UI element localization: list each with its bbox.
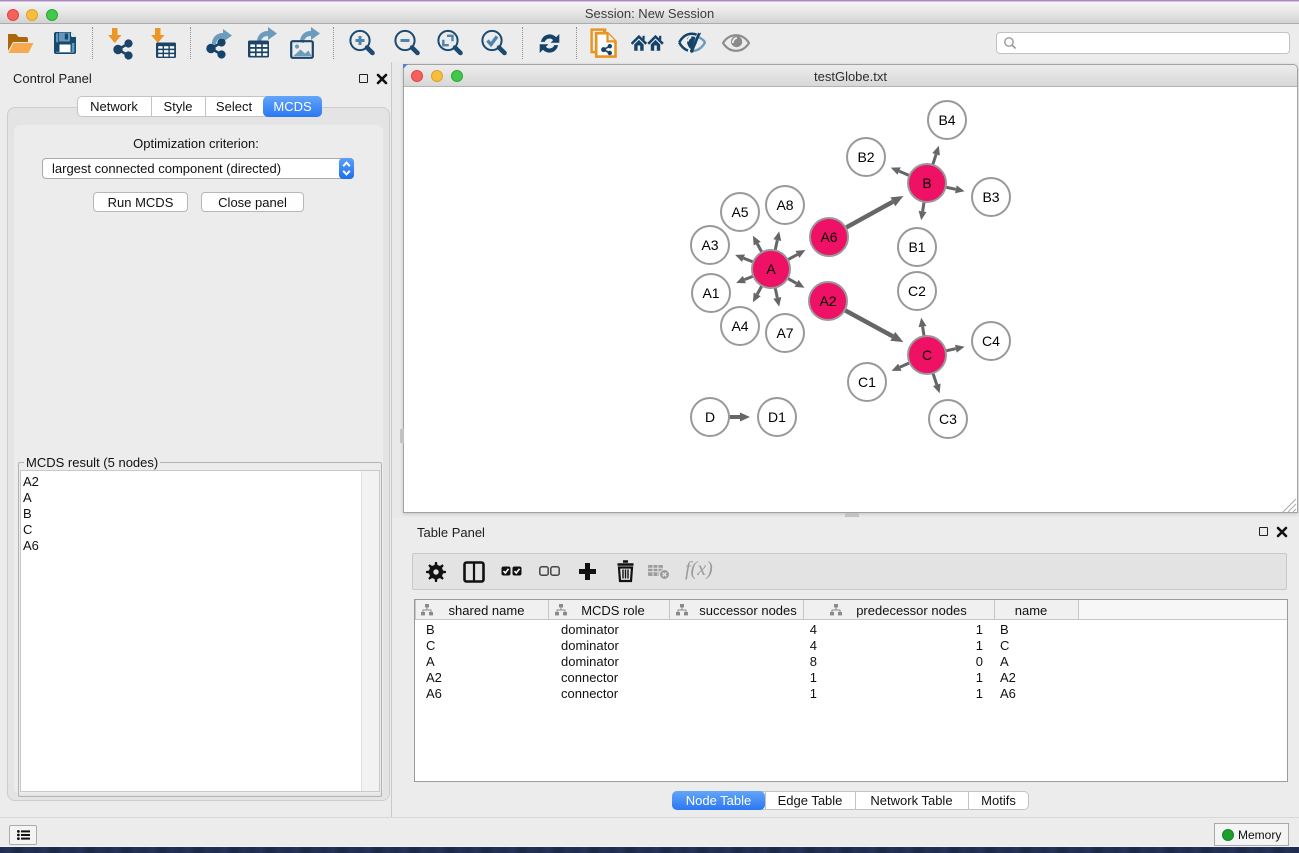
svg-text:C2: C2 bbox=[908, 283, 926, 299]
svg-text:C: C bbox=[922, 347, 932, 363]
svg-text:B4: B4 bbox=[938, 112, 955, 128]
svg-text:A1: A1 bbox=[702, 285, 719, 301]
svg-text:A7: A7 bbox=[776, 325, 793, 341]
svg-text:C1: C1 bbox=[858, 374, 876, 390]
svg-text:A4: A4 bbox=[731, 318, 748, 334]
svg-text:A: A bbox=[766, 261, 776, 277]
svg-text:A6: A6 bbox=[820, 229, 837, 245]
svg-text:A5: A5 bbox=[731, 204, 748, 220]
svg-text:A3: A3 bbox=[701, 237, 718, 253]
svg-text:A8: A8 bbox=[776, 197, 793, 213]
svg-text:C4: C4 bbox=[982, 333, 1000, 349]
svg-text:D: D bbox=[705, 409, 715, 425]
svg-text:D1: D1 bbox=[768, 409, 786, 425]
svg-text:B2: B2 bbox=[857, 149, 874, 165]
svg-text:C3: C3 bbox=[939, 411, 957, 427]
svg-text:B: B bbox=[922, 175, 931, 191]
svg-text:B3: B3 bbox=[982, 189, 999, 205]
svg-text:A2: A2 bbox=[819, 293, 836, 309]
svg-text:B1: B1 bbox=[908, 239, 925, 255]
